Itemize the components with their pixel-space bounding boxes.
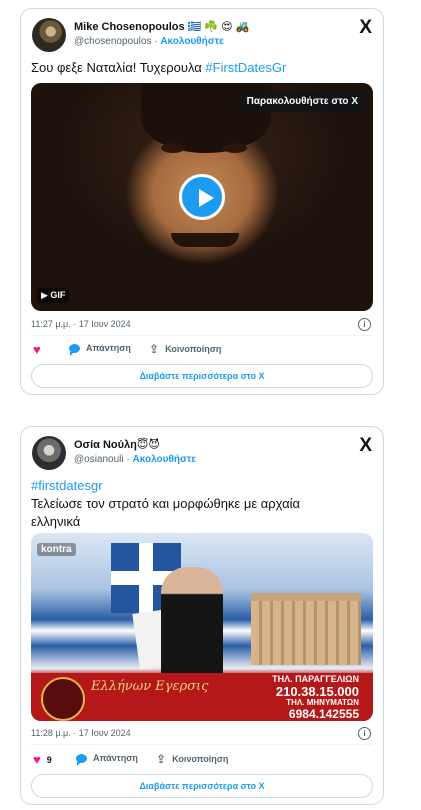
- author-name[interactable]: Οσία Νούλη😇😈: [74, 438, 160, 451]
- like-button[interactable]: ♥: [33, 343, 41, 356]
- tweet-text-line: Τελείωσε τον στρατό και μορφώθηκε με αρχ…: [31, 496, 301, 511]
- reply-icon: [76, 753, 87, 766]
- presenter-image: [161, 567, 223, 687]
- author-handle: @osianouli · Ακολουθήστε: [74, 454, 197, 465]
- banner-sms-label: ΤΗΛ. ΜΗΝΥΜΑΤΩΝ: [286, 698, 359, 707]
- image-media[interactable]: kontra Ελλήνων Εγερσις ΤΗΛ. ΠΑΡΑΓΓΕΛΙΩΝ …: [31, 533, 373, 721]
- follow-button[interactable]: Ακολουθήστε: [160, 36, 224, 47]
- tweet-text: Σου φεξε Ναταλία! Τυχερουλα #FirstDatesG…: [31, 59, 286, 77]
- watch-on-x-button[interactable]: Παρακολουθήστε στο Χ: [237, 91, 367, 112]
- x-logo-icon[interactable]: X: [359, 17, 372, 39]
- hashtag-link[interactable]: #firstdatesgr: [31, 477, 300, 495]
- gif-media[interactable]: Παρακολουθήστε στο Χ ▶ GIF: [31, 83, 373, 311]
- tweet-card: Οσία Νούλη😇😈 @osianouli · Ακολουθήστε X …: [20, 426, 384, 805]
- tweet-text-line: ελληνικά: [31, 514, 81, 529]
- author-name[interactable]: Mike Chosenopoulos 🇬🇷 ☘️ 😍 🚜: [74, 20, 249, 33]
- media-image-eye: [161, 143, 185, 153]
- share-button[interactable]: ⇪ Κοινοποίηση: [149, 343, 221, 355]
- divider: [31, 335, 373, 336]
- info-icon[interactable]: i: [358, 318, 371, 331]
- reply-button[interactable]: Απάντηση: [69, 343, 131, 356]
- banner-logo-icon: [41, 677, 85, 721]
- author-handle: @chosenopoulos · Ακολουθήστε: [74, 36, 224, 47]
- divider: [31, 744, 373, 745]
- tweet-timestamp[interactable]: 11:27 μ.μ. · 17 Ιουν 2024: [31, 319, 131, 329]
- hashtag-link[interactable]: #FirstDatesGr: [205, 60, 286, 75]
- reply-button[interactable]: Απάντηση: [76, 753, 138, 766]
- action-bar: ♥ Απάντηση ⇪ Κοινοποίηση: [33, 343, 371, 359]
- share-label: Κοινοποίηση: [165, 344, 222, 354]
- avatar[interactable]: [32, 18, 66, 52]
- share-icon: ⇪: [149, 342, 160, 356]
- channel-logo: kontra: [37, 543, 76, 556]
- banner-tel-label: ΤΗΛ. ΠΑΡΑΓΓΕΛΙΩΝ: [272, 674, 359, 684]
- banner-sms-number: 6984.142555: [288, 707, 359, 721]
- share-button[interactable]: ⇪ Κοινοποίηση: [156, 753, 228, 765]
- tv-banner: Ελλήνων Εγερσις ΤΗΛ. ΠΑΡΑΓΓΕΛΙΩΝ 210.38.…: [31, 673, 373, 721]
- heart-icon: ♥: [33, 342, 41, 357]
- avatar[interactable]: [32, 436, 66, 470]
- reply-label: Απάντηση: [93, 753, 138, 763]
- banner-tel-number: 210.38.15.000: [275, 684, 359, 699]
- temple-image: [251, 593, 361, 665]
- x-logo-icon[interactable]: X: [359, 435, 372, 457]
- gif-badge-label: GIF: [50, 290, 66, 300]
- read-more-button[interactable]: Διαβάστε περισσότερα στο Χ: [31, 774, 373, 798]
- read-more-button[interactable]: Διαβάστε περισσότερα στο Χ: [31, 364, 373, 388]
- tweet-text-body: Σου φεξε Ναταλία! Τυχερουλα: [31, 60, 206, 75]
- media-image-mouth: [171, 233, 239, 247]
- tweet-timestamp[interactable]: 11:28 μ.μ. · 17 Ιουν 2024: [31, 728, 131, 738]
- reply-icon: [69, 343, 80, 356]
- like-button[interactable]: ♥ 9: [33, 753, 52, 766]
- handle-text[interactable]: @osianouli: [74, 454, 124, 465]
- like-count: 9: [46, 754, 52, 765]
- heart-icon: ♥: [33, 752, 41, 767]
- banner-script: Ελλήνων Εγερσις: [91, 679, 209, 694]
- follow-button[interactable]: Ακολουθήστε: [133, 454, 197, 465]
- share-icon: ⇪: [156, 752, 167, 766]
- media-image-eye: [223, 143, 247, 153]
- reply-label: Απάντηση: [86, 343, 131, 353]
- tweet-card: Mike Chosenopoulos 🇬🇷 ☘️ 😍 🚜 @chosenopou…: [20, 8, 384, 395]
- info-icon[interactable]: i: [358, 727, 371, 740]
- share-label: Κοινοποίηση: [172, 754, 229, 764]
- play-icon[interactable]: [179, 174, 225, 220]
- action-bar: ♥ 9 Απάντηση ⇪ Κοινοποίηση: [33, 753, 371, 769]
- handle-text[interactable]: @chosenopoulos: [74, 36, 151, 47]
- gif-badge: ▶ GIF: [37, 288, 70, 303]
- tweet-text: #firstdatesgr Τελείωσε τον στρατό και μο…: [31, 477, 300, 531]
